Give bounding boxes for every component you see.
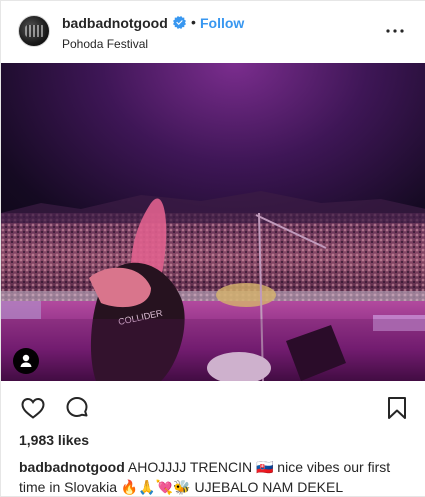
instagram-post: badbadnotgood • Follow Pohoda Festival C… xyxy=(0,0,425,497)
follow-button[interactable]: Follow xyxy=(200,15,244,31)
caption-text-line2: time in Slovakia 🔥🙏💘🐝 UJEBALO NAM DEKEL xyxy=(19,479,344,495)
post-location[interactable]: Pohoda Festival xyxy=(62,37,148,51)
heart-icon[interactable] xyxy=(19,394,47,422)
post-username[interactable]: badbadnotgood xyxy=(62,15,168,31)
tagged-people-icon[interactable] xyxy=(13,348,39,374)
comment-icon[interactable] xyxy=(63,394,91,422)
bookmark-icon[interactable] xyxy=(383,394,411,422)
caption-username[interactable]: badbadnotgood xyxy=(19,459,125,475)
likes-count[interactable]: 1,983 likes xyxy=(19,432,89,448)
post-header: badbadnotgood • Follow Pohoda Festival xyxy=(1,1,425,63)
concert-stage-image: COLLIDER xyxy=(1,63,425,381)
avatar[interactable] xyxy=(18,15,50,47)
ellipsis-icon[interactable] xyxy=(383,19,407,43)
verified-badge-icon xyxy=(173,16,186,29)
post-actions xyxy=(1,381,425,431)
separator-dot: • xyxy=(191,14,196,30)
caption-text-line1: AHOJJJJ TRENCIN 🇸🇰 nice vibes our first xyxy=(127,459,391,475)
post-caption: badbadnotgood AHOJJJJ TRENCIN 🇸🇰 nice vi… xyxy=(19,457,414,497)
post-photo[interactable]: COLLIDER xyxy=(1,63,425,381)
